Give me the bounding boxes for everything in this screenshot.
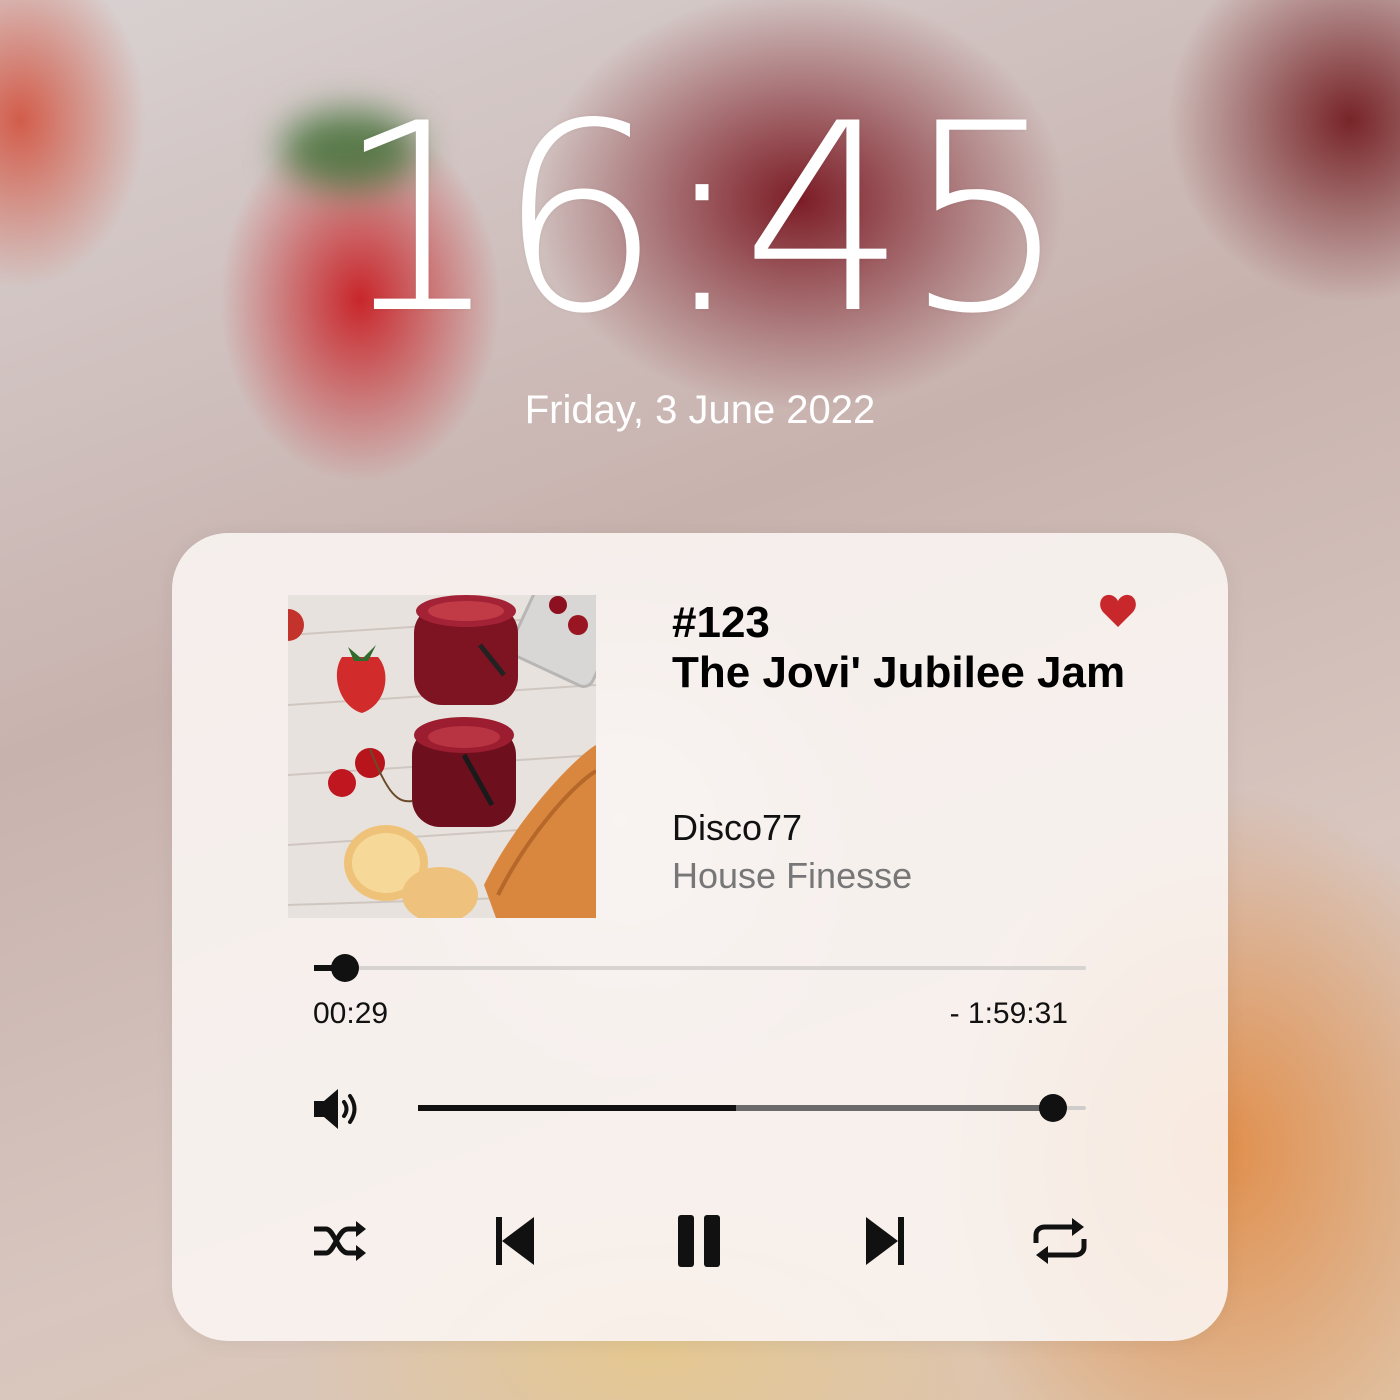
previous-button[interactable] — [484, 1213, 544, 1269]
pause-button[interactable] — [670, 1213, 730, 1269]
volume-slider[interactable] — [418, 1093, 1086, 1123]
progress-knob[interactable] — [331, 954, 359, 982]
track-title: The Jovi' Jubilee Jam — [672, 648, 1126, 697]
repeat-icon — [1033, 1218, 1087, 1264]
speaker-icon — [314, 1089, 357, 1129]
shuffle-button[interactable] — [310, 1213, 370, 1269]
elapsed-time: 00:29 — [313, 997, 389, 1030]
album-cover — [288, 595, 596, 918]
volume-knob[interactable] — [1039, 1094, 1067, 1122]
media-player-card: #123 The Jovi' Jubilee Jam Disco77 House… — [172, 533, 1228, 1341]
album-name: House Finesse — [672, 855, 913, 896]
next-button[interactable] — [856, 1213, 916, 1269]
skip-previous-icon — [496, 1217, 534, 1265]
progress-track — [314, 966, 1086, 970]
volume-button[interactable] — [312, 1086, 362, 1132]
lockscreen-date: Friday, 3 June 2022 — [524, 388, 876, 432]
playback-progress-slider[interactable] — [314, 953, 1086, 983]
heart-icon — [1100, 594, 1136, 627]
lockscreen-clock: 16:45 — [335, 69, 1068, 371]
pause-icon — [678, 1215, 720, 1267]
remaining-time: - 1:59:31 — [949, 997, 1068, 1030]
volume-fill-secondary — [736, 1105, 1053, 1111]
shuffle-icon — [314, 1221, 366, 1261]
volume-fill — [418, 1105, 736, 1111]
repeat-button[interactable] — [1030, 1213, 1090, 1269]
favorite-button[interactable] — [1098, 591, 1138, 631]
skip-next-icon — [866, 1217, 904, 1265]
episode-number: #123 — [672, 598, 770, 647]
artist-name: Disco77 — [672, 807, 803, 848]
